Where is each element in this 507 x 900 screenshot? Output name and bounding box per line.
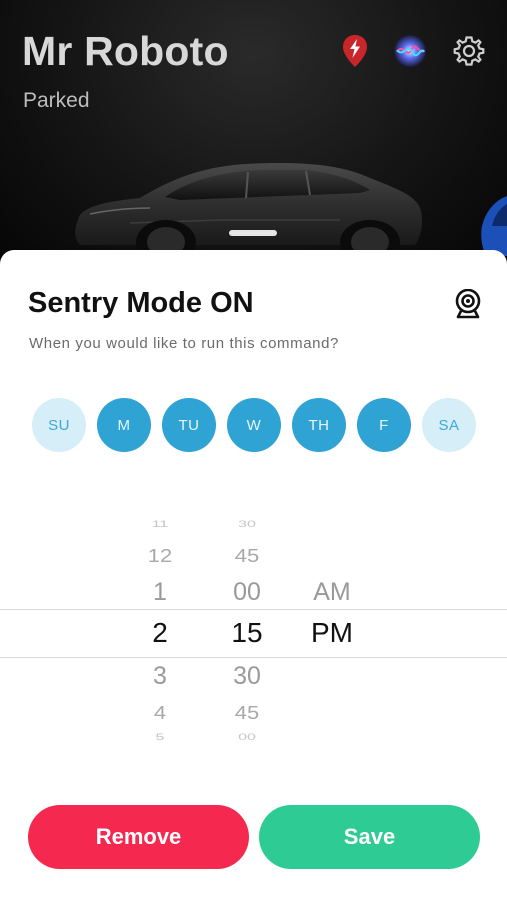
- hour-option[interactable]: 11: [115, 520, 205, 530]
- hour-option[interactable]: 12: [115, 546, 205, 566]
- camera-icon: [455, 288, 481, 319]
- sheet-title: Sentry Mode ON: [28, 287, 254, 319]
- location-pin-bolt-icon[interactable]: [338, 34, 372, 68]
- minute-option[interactable]: 45: [202, 546, 292, 566]
- day-sunday[interactable]: SU: [32, 398, 86, 452]
- sheet-subtitle: When you would like to run this command?: [29, 335, 339, 352]
- vehicle-image: [75, 162, 423, 255]
- day-tuesday[interactable]: TU: [162, 398, 216, 452]
- hour-option[interactable]: 3: [115, 664, 205, 689]
- vehicle-status: Parked: [23, 89, 90, 112]
- hour-option[interactable]: 1: [115, 580, 205, 605]
- time-picker[interactable]: 11 12 1 2 3 4 5 30 45 00 15 30 45 00 AM …: [0, 505, 507, 755]
- vehicle-name: Mr Roboto: [22, 28, 229, 74]
- day-friday[interactable]: F: [357, 398, 411, 452]
- settings-gear-icon[interactable]: [452, 34, 486, 68]
- day-saturday[interactable]: SA: [422, 398, 476, 452]
- minute-wheel[interactable]: 30 45 00 15 30 45 00: [202, 505, 292, 755]
- hour-selected[interactable]: 2: [115, 619, 205, 647]
- period-option-am[interactable]: AM: [287, 580, 377, 605]
- period-selected-pm[interactable]: PM: [287, 619, 377, 647]
- day-monday[interactable]: M: [97, 398, 151, 452]
- hour-option[interactable]: 5: [115, 733, 205, 743]
- minute-option[interactable]: 00: [202, 733, 292, 743]
- siri-icon[interactable]: [393, 34, 427, 68]
- remove-button[interactable]: Remove: [28, 805, 249, 869]
- hour-option[interactable]: 4: [115, 703, 205, 723]
- period-wheel[interactable]: AM PM: [287, 505, 377, 755]
- sheet-grabber-handle[interactable]: [229, 230, 277, 236]
- minute-option[interactable]: 30: [202, 664, 292, 689]
- minute-option[interactable]: 45: [202, 703, 292, 723]
- day-selector: SU M TU W TH F SA: [32, 398, 476, 452]
- schedule-sheet: Sentry Mode ON When you would like to ru…: [0, 250, 507, 900]
- day-thursday[interactable]: TH: [292, 398, 346, 452]
- minute-option[interactable]: 00: [202, 580, 292, 605]
- hour-wheel[interactable]: 11 12 1 2 3 4 5: [115, 505, 205, 755]
- second-vehicle-image: [481, 196, 507, 256]
- minute-option[interactable]: 30: [202, 520, 292, 530]
- save-button[interactable]: Save: [259, 805, 480, 869]
- day-wednesday[interactable]: W: [227, 398, 281, 452]
- minute-selected[interactable]: 15: [202, 619, 292, 647]
